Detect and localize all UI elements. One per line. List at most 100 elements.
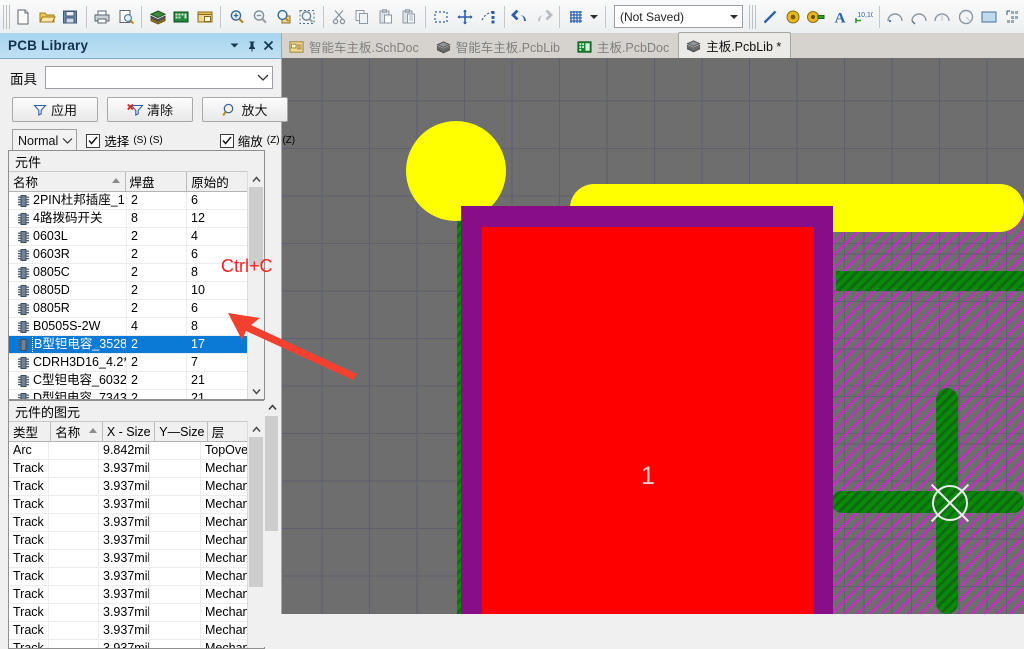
toolbar-grip[interactable] [3,4,10,29]
undo-icon[interactable] [509,3,532,31]
cell-name [49,514,99,531]
table-row[interactable]: 0805R 2 6 [9,300,264,318]
open-folder-icon[interactable] [35,3,58,31]
table-row[interactable]: Arc 9.842mil TopOverlay [9,442,264,460]
paste-special-icon[interactable] [398,3,421,31]
print-icon[interactable] [91,3,114,31]
save-icon[interactable] [58,3,81,31]
table-row[interactable]: Track 3.937mil Mechanical [9,478,264,496]
zoom-out-icon[interactable] [248,3,271,31]
pin-icon[interactable] [243,37,260,54]
primitives-grid[interactable]: 元件的图元 类型 名称 X - Size Y—Size 层 Arc 9.842mi… [8,400,265,649]
toolbar-grip-2[interactable] [749,4,756,29]
table-row[interactable]: Track 3.937mil Mechanical [9,640,264,648]
via-icon[interactable] [805,3,828,31]
pcb-document-icon[interactable] [169,3,192,31]
tab-pcblib-active[interactable]: 主板.PcbLib * [678,32,792,58]
checkbox-box[interactable] [86,133,101,148]
toolbar-separator [220,5,222,28]
table-row[interactable]: CDRH3D16_4.2*1 2 7 [9,354,264,372]
apply-button[interactable]: 应用 [12,97,98,122]
scroll-up-arrow[interactable] [248,421,264,437]
panel-title-bar[interactable]: PCB Library [0,33,281,59]
saved-state-combo[interactable]: (Not Saved) [613,5,744,28]
fill-icon[interactable] [977,3,1000,31]
zoom-in-icon[interactable] [225,3,248,31]
pad-icon[interactable] [781,3,804,31]
window-icon[interactable] [193,3,216,31]
scroll-up-arrow[interactable] [248,171,264,187]
cell-ysize [150,496,201,513]
primitives-row-list[interactable]: Arc 9.842mil TopOverlay Track 3.937mil Mechan… [9,442,264,648]
table-row[interactable]: 0805D 2 10 [9,282,264,300]
table-row[interactable]: 2PIN杜邦插座_1 2 6 [9,192,264,210]
table-row[interactable]: Track 3.937mil Mechanical [9,568,264,586]
chevron-down-icon[interactable] [725,7,742,26]
pcb-library-canvas[interactable]: 1 [281,58,1024,614]
mask-filter-input[interactable] [45,66,273,89]
table-row[interactable]: Track 3.937mil Mechanical [9,586,264,604]
table-row[interactable]: 4路拨码开关 8 12 [9,210,264,228]
table-row[interactable]: Track 3.937mil Mechanical [9,514,264,532]
string-icon[interactable]: A [828,3,851,31]
redo-icon[interactable] [532,3,555,31]
close-icon[interactable] [260,37,277,54]
mode-select[interactable]: Normal [12,129,78,152]
align-icon[interactable] [476,3,499,31]
select-checkbox[interactable]: 选择 (S) (S) [86,131,163,150]
components-row-list[interactable]: 2PIN杜邦插座_1 2 6 4路拨码开关 8 12 0603L 2 4 0603R 2 6 0805C… [9,192,264,399]
table-row[interactable]: D型钽电容_7343 2 21 [9,390,264,399]
select-area-icon[interactable] [430,3,453,31]
cell-xsize: 3.937mil [99,568,150,585]
grid-icon[interactable] [564,3,587,31]
dropdown-menu-icon[interactable] [226,37,243,54]
apply-button-label: 应用 [50,103,77,118]
table-row[interactable]: Track 3.937mil Mechanical [9,496,264,514]
zoom-area-icon[interactable] [295,3,318,31]
clear-button[interactable]: 清除 [107,97,193,122]
pad-rectangular-selected[interactable]: 1 [482,227,814,614]
grid-dropdown-icon[interactable] [588,3,602,31]
table-row[interactable]: Track 3.937mil Mechanical [9,460,264,478]
table-row[interactable]: Track 3.937mil Mechanical [9,550,264,568]
panel-vertical-scrollbar[interactable] [264,400,280,647]
table-row[interactable]: 0603L 2 4 [9,228,264,246]
tab-pcblib-1[interactable]: 智能车主板.PcbLib [427,35,569,58]
cell-ysize [150,550,201,567]
component-place-icon[interactable] [1001,3,1024,31]
table-row[interactable]: Track 3.937mil Mechanical [9,532,264,550]
copy-icon[interactable] [351,3,374,31]
table-row[interactable]: B0505S-2W 4 8 [9,318,264,336]
scrollbar-thumb[interactable] [265,416,278,531]
print-preview-icon[interactable] [114,3,137,31]
scrollbar-thumb[interactable] [249,187,263,265]
chevron-down-icon[interactable] [58,137,76,145]
arc-any-angle-icon[interactable] [930,3,953,31]
cut-icon[interactable] [327,3,350,31]
move-icon[interactable] [453,3,476,31]
arc-center-icon[interactable] [884,3,907,31]
components-vertical-scrollbar[interactable] [247,171,264,399]
dimension-icon[interactable]: 10,10 [852,3,875,31]
funnel-icon [33,104,47,116]
scrollbar-thumb[interactable] [249,437,263,587]
table-row[interactable]: B型钽电容_3528 2 17 [9,336,264,354]
paste-icon[interactable] [374,3,397,31]
zoom-checkbox[interactable]: 缩放 (Z) (Z) [219,131,295,150]
tab-schdoc[interactable]: 智能车主板.SchDoc [281,35,428,58]
tab-pcbdoc[interactable]: 主板.PcbDoc [568,35,678,58]
line-icon[interactable] [758,3,781,31]
scroll-up-arrow[interactable] [264,400,280,414]
scroll-down-arrow[interactable] [248,383,264,399]
checkbox-box[interactable] [219,133,234,148]
chevron-down-icon[interactable] [254,73,272,82]
table-row[interactable]: Track 3.937mil Mechanical [9,622,264,640]
zoom-button[interactable]: 放大 [202,97,288,122]
board-3d-icon[interactable] [146,3,169,31]
new-file-icon[interactable] [12,3,35,31]
full-circle-icon[interactable] [954,3,977,31]
table-row[interactable]: C型钽电容_6032 2 21 [9,372,264,390]
zoom-page-icon[interactable] [272,3,295,31]
arc-edge-icon[interactable] [907,3,930,31]
table-row[interactable]: Track 3.937mil Mechanical [9,604,264,622]
